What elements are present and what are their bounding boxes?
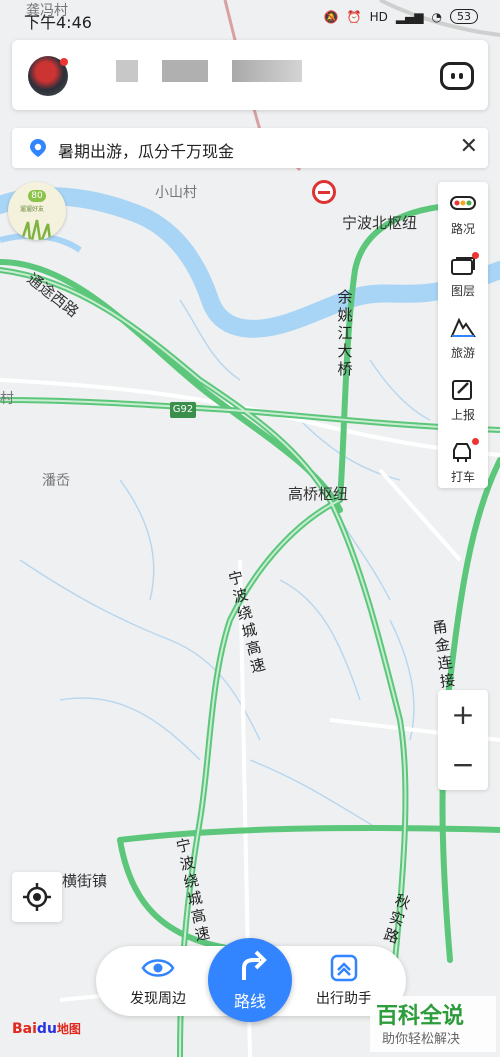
tool-label: 上报 — [450, 408, 475, 422]
zoom-in-button[interactable]: + — [438, 690, 488, 740]
notification-dot — [60, 58, 68, 66]
watermark-title: 百科全说 — [376, 1004, 465, 1029]
route-button[interactable]: 路线 — [208, 938, 292, 1022]
tool-report[interactable]: 上报 — [438, 368, 488, 428]
grass-icon — [20, 219, 52, 240]
route-arrow-icon — [242, 950, 267, 980]
assistant-icon — [330, 954, 358, 982]
badge-text: 遛遛好友 — [20, 206, 45, 213]
alarm-icon: ⏰ — [346, 9, 362, 24]
blurred-text — [116, 60, 138, 82]
location-pin-icon — [30, 139, 46, 157]
status-icons: 🔕 ⏰ HD ▂▄▆ ◔ 53 — [324, 9, 478, 24]
tool-taxi[interactable]: 打车 — [438, 430, 488, 490]
tool-layers[interactable]: 图层 — [438, 244, 488, 304]
map-label-left-partial: 村 — [0, 391, 14, 407]
highway-shield-g92: G92 — [170, 402, 196, 418]
eye-icon — [141, 959, 175, 977]
wifi-icon: ◔ — [431, 9, 442, 24]
mute-icon: 🔕 — [323, 9, 339, 24]
traffic-light-icon — [450, 196, 476, 210]
zoom-out-button[interactable]: − — [438, 740, 488, 790]
banner-text: 暑期出游，瓜分千万现金 — [58, 142, 235, 161]
blurred-text — [162, 60, 208, 82]
zoom-controls: + − — [438, 690, 488, 790]
battery-level: 53 — [450, 9, 478, 24]
map-label-panao: 潘岙 — [42, 473, 70, 489]
status-bar: 下午4:46 🔕 ⏰ HD ▂▄▆ ◔ 53 — [0, 0, 500, 36]
status-time: 下午4:46 — [24, 13, 92, 32]
discover-button[interactable]: 发现周边 — [118, 954, 198, 1008]
network-label: HD — [369, 9, 388, 24]
no-entry-icon — [312, 180, 336, 204]
map-label-ningbo-north: 宁波北枢纽 — [342, 214, 418, 232]
tool-label: 打车 — [450, 470, 475, 484]
badge-number: 80 — [28, 190, 46, 202]
blurred-text — [232, 60, 302, 82]
map-label-gaoqiao: 高桥枢纽 — [288, 485, 349, 503]
map-label-xiaoshan: 小山村 — [155, 185, 197, 201]
map-tools: 路况 图层 旅游 上报 打车 — [438, 182, 488, 488]
watermark: 百科全说 助你轻松解决 — [370, 996, 496, 1052]
logo-text: du — [36, 1021, 57, 1037]
notification-dot — [472, 438, 479, 445]
watermark-subtitle: 助你轻松解决 — [382, 1032, 461, 1047]
discover-label: 发现周边 — [130, 991, 186, 1007]
map-label-hengjie: 横街镇 — [62, 872, 108, 890]
tool-travel[interactable]: 旅游 — [438, 306, 488, 366]
baidu-map-logo: Baidu地图 — [12, 1020, 81, 1037]
route-label: 路线 — [233, 992, 266, 1011]
search-card[interactable] — [12, 40, 488, 110]
notification-dot — [472, 252, 479, 259]
message-icon[interactable] — [440, 62, 474, 90]
signal-icon: ▂▄▆ — [395, 9, 424, 24]
tool-label: 图层 — [450, 284, 475, 298]
locate-icon — [23, 883, 51, 911]
tool-label: 路况 — [450, 222, 475, 236]
promo-banner[interactable]: 暑期出游，瓜分千万现金 ✕ — [12, 128, 488, 168]
report-icon — [452, 380, 472, 400]
tool-traffic[interactable]: 路况 — [438, 182, 488, 242]
logo-text: Bai — [12, 1021, 37, 1037]
activity-badge[interactable]: 80 遛遛好友 — [8, 182, 66, 240]
close-icon[interactable]: ✕ — [460, 134, 478, 159]
tool-label: 旅游 — [450, 346, 475, 360]
travel-icon — [450, 317, 476, 337]
locate-button[interactable] — [12, 872, 62, 922]
logo-text: 地图 — [56, 1022, 81, 1036]
map-label-yuyao-bridge: 余姚江大桥 — [337, 288, 353, 378]
